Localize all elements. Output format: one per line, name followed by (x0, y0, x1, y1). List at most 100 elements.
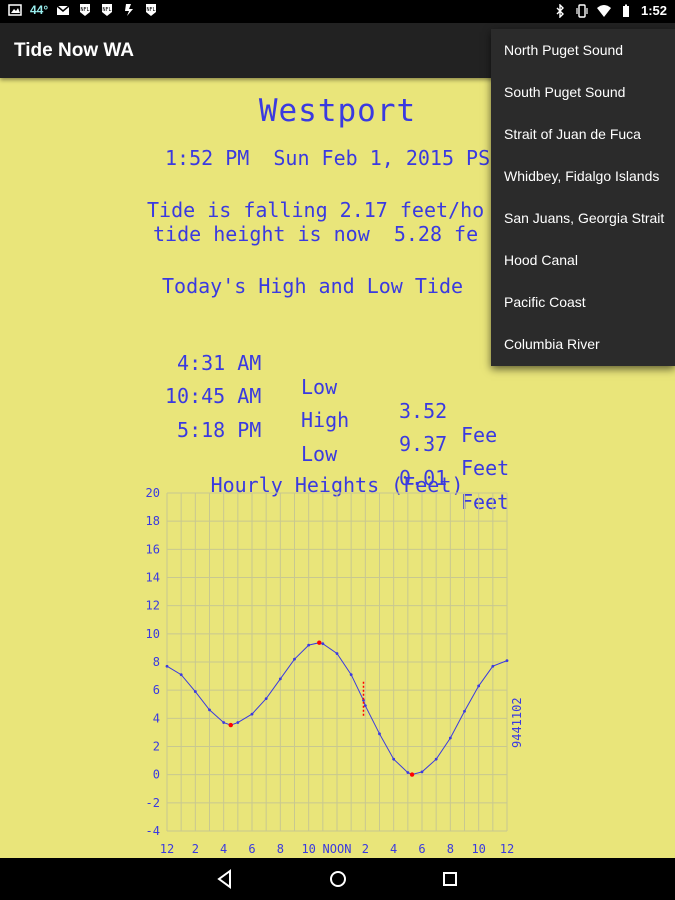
data-point (321, 642, 325, 646)
x-tick-label: 4 (220, 842, 227, 856)
y-tick-label: -4 (146, 824, 160, 838)
tide-type: Low (301, 375, 338, 399)
tide-time: 4:31 AM (165, 351, 262, 375)
tide-height: 9.37 (399, 432, 448, 456)
y-tick-label: 14 (146, 571, 160, 585)
extreme-tide-point (409, 772, 415, 777)
data-point (349, 673, 353, 677)
current-datetime: 1:52 PM Sun Feb 1, 2015 PS (165, 146, 491, 170)
tide-rate-text: Tide is falling 2.17 feet/ho (147, 198, 485, 222)
data-point (222, 721, 226, 724)
y-tick-label: 2 (153, 740, 160, 754)
tide-unit: Fee (461, 423, 498, 447)
x-tick-label: 6 (418, 842, 425, 856)
battery-icon (622, 4, 629, 17)
svg-text:NFL: NFL (103, 7, 112, 13)
data-point (363, 704, 367, 708)
extreme-tide-point (317, 640, 322, 645)
tide-time: 5:18 PM (165, 418, 262, 442)
tide-type: Low (301, 442, 338, 466)
data-point (250, 712, 254, 716)
data-point (193, 690, 197, 693)
tide-type: High (301, 408, 350, 432)
data-point (448, 736, 452, 740)
y-tick-label: 0 (153, 768, 160, 782)
nfl-icon: NFL (80, 4, 91, 16)
data-point (278, 677, 282, 681)
x-tick-label: 10 (471, 842, 485, 856)
data-point (335, 652, 339, 655)
x-tick-label: 6 (248, 842, 255, 856)
menu-item-strait-of-juan-de-fuca[interactable]: Strait of Juan de Fuca (491, 113, 675, 155)
x-axis-labels: 12 2 4 6 8 10 NOON 2 4 6 8 10 12 (160, 842, 514, 856)
data-point (406, 771, 410, 774)
data-point (378, 732, 381, 736)
data-point (264, 697, 268, 701)
extreme-tide-point (228, 722, 233, 728)
data-point (392, 757, 396, 761)
nfl-icon: NFL (102, 4, 113, 16)
data-point (505, 659, 509, 662)
menu-item-columbia-river[interactable]: Columbia River (491, 323, 675, 365)
x-tick-label: 10 (301, 842, 315, 856)
x-tick-label: 4 (390, 842, 397, 856)
data-point (208, 708, 211, 712)
recents-icon[interactable] (438, 867, 462, 891)
y-tick-label: -2 (146, 796, 160, 810)
nfl-icon: NFL (146, 4, 157, 16)
status-time: 1:52 (640, 3, 667, 18)
y-tick-label: 18 (146, 514, 160, 528)
gmail-icon (56, 5, 70, 15)
y-tick-label: 12 (146, 599, 160, 613)
y-tick-label: 8 (153, 655, 160, 669)
app-title: Tide Now WA (14, 40, 134, 61)
app-icon (125, 4, 134, 16)
tide-height-text: tide height is now 5.28 fe (153, 222, 479, 246)
data-point (236, 721, 240, 724)
y-tick-label: 16 (146, 542, 160, 556)
navigation-bar (0, 858, 675, 900)
station-id-label: 9441102 (510, 697, 524, 748)
y-axis-labels: 20181614121086420-2-4 (146, 486, 160, 838)
menu-item-san-juans-georgia[interactable]: San Juans, Georgia Strait (491, 197, 675, 239)
menu-item-whidbey-fidalgo[interactable]: Whidbey, Fidalgo Islands (491, 155, 675, 197)
data-point (165, 664, 169, 668)
y-tick-label: 6 (153, 683, 160, 697)
high-low-title: Today's High and Low Tide (162, 274, 464, 298)
data-point (491, 664, 495, 668)
data-point (179, 673, 183, 677)
region-dropdown-menu: North Puget Sound South Puget Sound Stra… (491, 29, 675, 366)
y-tick-label: 10 (146, 627, 160, 641)
x-tick-label: 12 (160, 842, 174, 856)
x-tick-label: 2 (362, 842, 369, 856)
menu-item-hood-canal[interactable]: Hood Canal (491, 239, 675, 281)
y-tick-label: 4 (153, 711, 160, 725)
status-bar: 44° NFL NFL NFL 1:52 (0, 0, 675, 23)
menu-item-pacific-coast[interactable]: Pacific Coast (491, 281, 675, 323)
menu-item-south-puget-sound[interactable]: South Puget Sound (491, 71, 675, 113)
vibrate-icon (576, 3, 588, 18)
tide-time: 10:45 AM (165, 384, 262, 408)
bluetooth-icon (556, 3, 564, 18)
back-icon[interactable] (213, 867, 237, 891)
hourly-heights-chart: Hourly Heights (Feet) 20181614121086420-… (146, 473, 524, 856)
data-point (434, 757, 438, 761)
data-point (293, 657, 296, 661)
temperature: 44° (30, 3, 49, 17)
x-tick-label: NOON (323, 842, 352, 856)
y-tick-label: 20 (146, 486, 160, 500)
tide-height: 3.52 (399, 399, 448, 423)
data-point (463, 709, 466, 713)
wifi-icon (596, 4, 611, 17)
data-point (307, 643, 311, 647)
x-tick-label: 12 (500, 842, 514, 856)
x-tick-label: 2 (192, 842, 199, 856)
x-tick-label: 8 (447, 842, 454, 856)
menu-item-north-puget-sound[interactable]: North Puget Sound (491, 29, 675, 71)
chart-grid (166, 492, 508, 832)
home-icon[interactable] (326, 867, 350, 891)
svg-text:NFL: NFL (81, 7, 90, 13)
x-tick-label: 8 (277, 842, 284, 856)
svg-text:NFL: NFL (147, 7, 156, 13)
image-icon (8, 4, 22, 16)
